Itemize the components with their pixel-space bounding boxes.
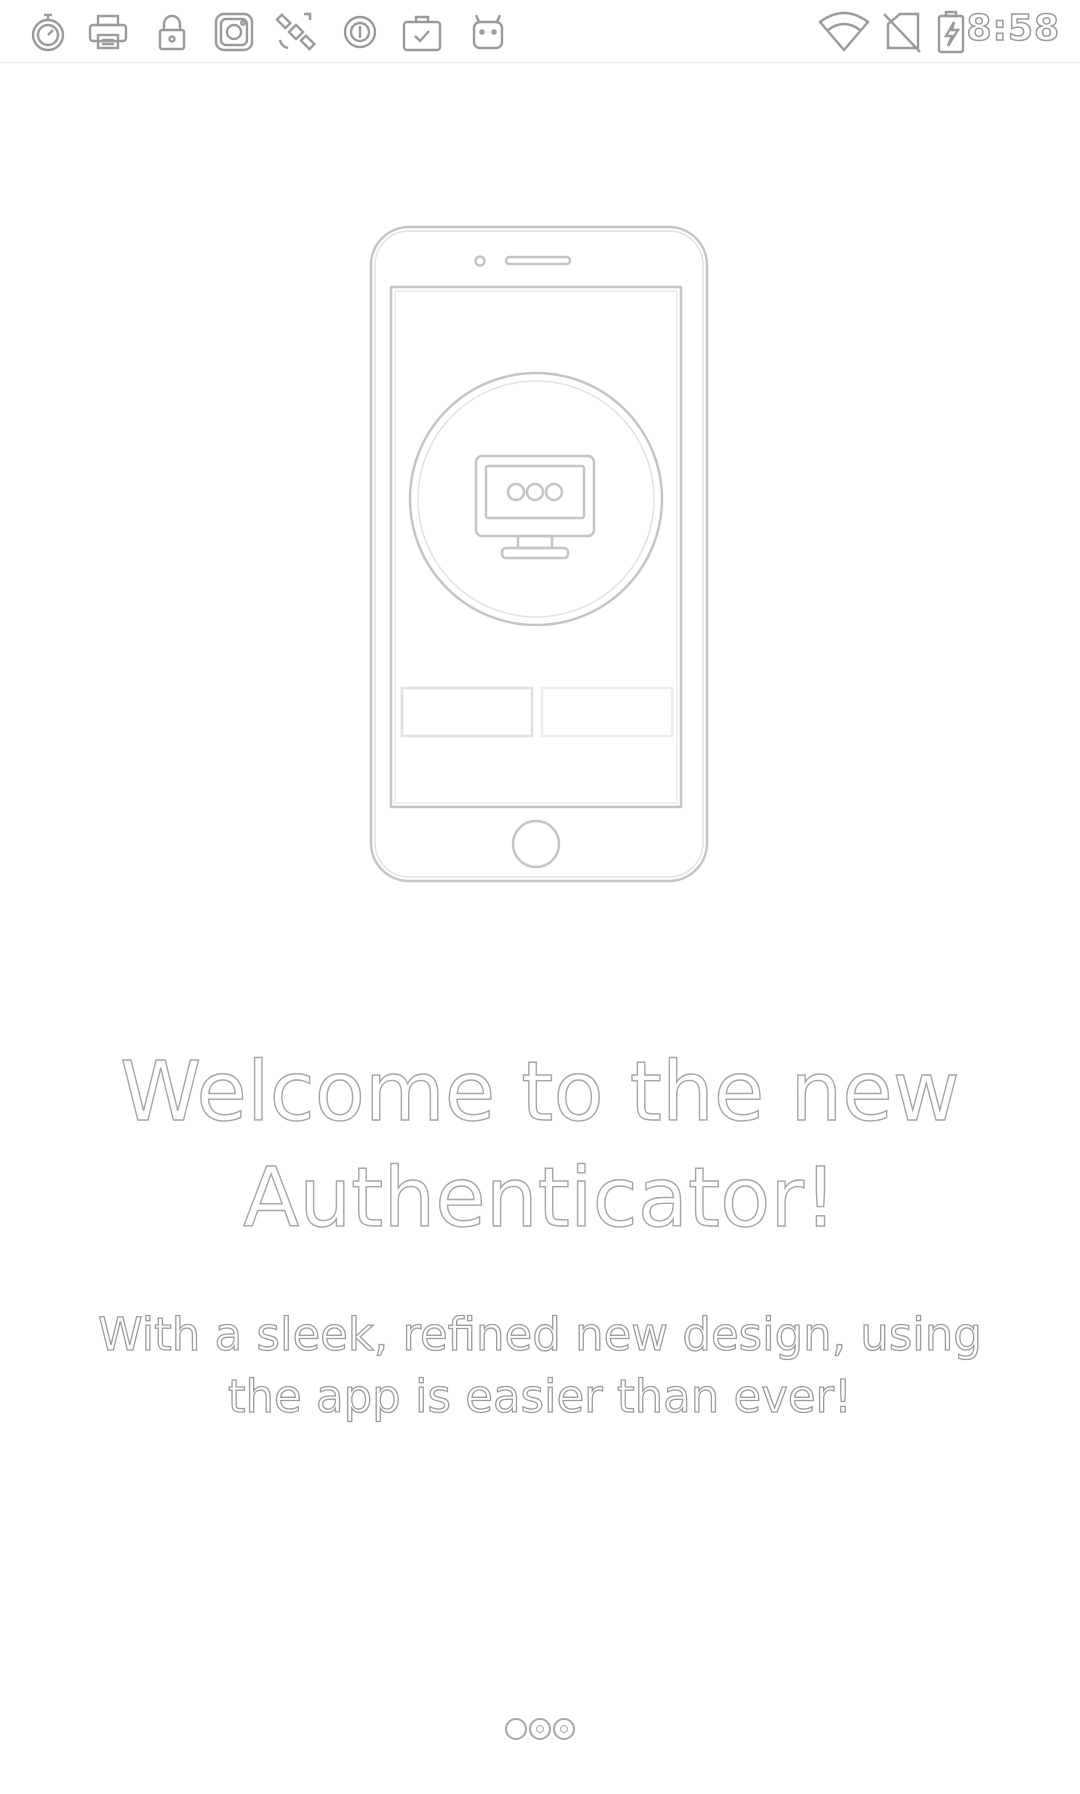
page-indicator [0, 1718, 1080, 1748]
phone-desktop-illustration-icon [368, 224, 710, 884]
welcome-title-line2: Authenticator! [242, 1150, 837, 1246]
onboarding-screen: 8:58 Welcome to the new Authenticator! W… [0, 0, 1080, 1794]
wifi-icon [818, 10, 870, 54]
android-icon [466, 10, 510, 54]
welcome-subtitle-line2: the app is easier than ever! [227, 1369, 853, 1423]
welcome-subtitle-line1: With a sleek, refined new design, using [97, 1307, 982, 1361]
satellite-icon [274, 10, 318, 54]
no-sim-icon [880, 10, 924, 54]
instagram-icon [212, 10, 256, 54]
status-bar: 8:58 [0, 0, 1080, 63]
welcome-subtitle: With a sleek, refined new design, using … [40, 1304, 1040, 1428]
lock-icon [150, 10, 194, 54]
printer-icon [86, 10, 130, 54]
status-time: 8:58 [966, 7, 1060, 50]
welcome-title-line1: Welcome to the new [119, 1044, 960, 1140]
page-indicator-dot[interactable] [553, 1718, 575, 1740]
page-indicator-dot[interactable] [529, 1718, 551, 1740]
circle-app-icon [338, 10, 382, 54]
stopwatch-icon [26, 10, 70, 54]
page-indicator-dot-active[interactable] [505, 1718, 527, 1740]
briefcase-check-icon [400, 10, 444, 54]
battery-charging-icon [934, 10, 968, 54]
welcome-title: Welcome to the new Authenticator! [40, 1040, 1040, 1252]
